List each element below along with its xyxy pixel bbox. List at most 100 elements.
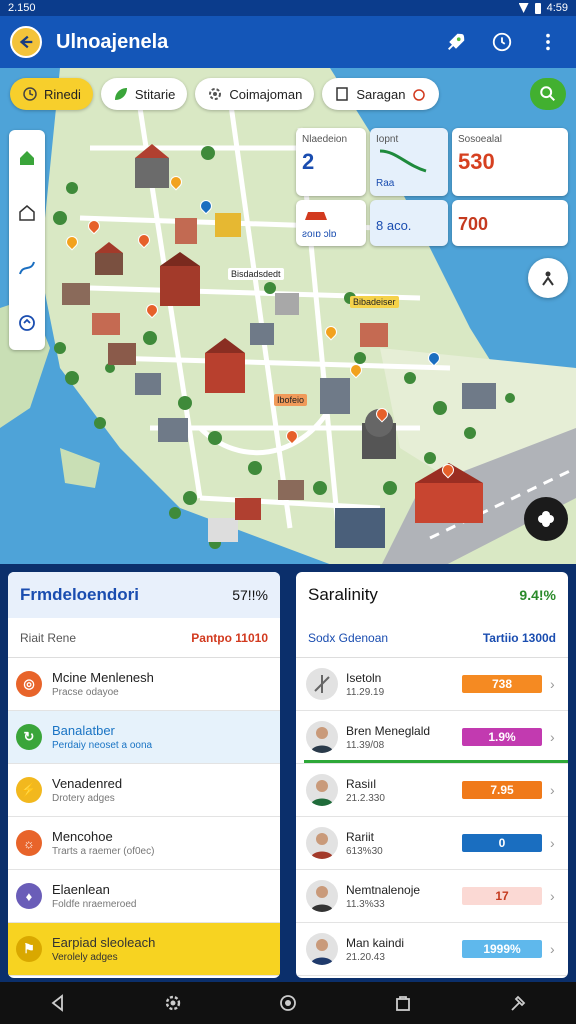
row-value-bar: 17 [462, 887, 542, 905]
map-label[interactable]: Bisdadsdedt [228, 268, 284, 280]
more-vertical-icon [546, 33, 550, 51]
back-button[interactable] [10, 26, 42, 58]
list-item[interactable]: ♦ Elaenlean Foldfe nraemeroed [8, 870, 280, 923]
home-pin-tool[interactable] [15, 146, 39, 170]
item-name: Mcine Menlenesh [52, 670, 154, 685]
locate-button[interactable] [528, 258, 568, 298]
item-name: Banalatber [52, 723, 115, 738]
nav-shop-button[interactable] [388, 988, 418, 1018]
bag-icon [396, 996, 411, 1011]
chip-label: Saragan [356, 86, 406, 102]
item-name: Earpiad sleoleach [52, 935, 156, 950]
buildings-tool[interactable] [15, 201, 39, 225]
stat-card-nlaedeion[interactable]: Nlaedeion 2 [296, 128, 366, 196]
avatar [306, 880, 338, 912]
row-value-bar: 7.95 [462, 781, 542, 799]
row-value-bar: 1999% [462, 940, 542, 958]
battery-icon [534, 2, 541, 14]
table-row[interactable]: Nemtnalenoje 11.3%33 17 › [296, 870, 568, 923]
chip-stitarie[interactable]: Stitarie [100, 78, 188, 110]
chevron-right-icon: › [550, 729, 555, 745]
explore-button[interactable] [438, 24, 474, 60]
row-value-bar: 0 [462, 834, 542, 852]
chevron-right-icon: › [550, 782, 555, 798]
alarm-icon [413, 89, 426, 101]
sun-icon: ☼ [16, 830, 42, 856]
selection-underline [304, 760, 568, 763]
list-item[interactable]: ⚡ Venadenred Drotery adges [8, 764, 280, 817]
row-sub: 21.20.43 [346, 951, 385, 963]
table-row[interactable]: Rariit 613%30 0 › [296, 817, 568, 870]
list-item[interactable]: ☼ Mencohoe Trarts a raemer (of0ec) [8, 817, 280, 870]
history-button[interactable] [484, 24, 520, 60]
item-sub: Foldfe nraemeroed [52, 899, 137, 910]
recenter-icon [19, 314, 35, 331]
stat-card-foot-3[interactable]: 700 [452, 199, 568, 246]
stat-card-iopnt[interactable]: Iopnt Raa [370, 128, 448, 196]
stat-card-sosoealal[interactable]: Sosoealal 530 [452, 128, 568, 196]
stat-foot: 8 aco. [376, 217, 412, 233]
lightning-icon: ⚡ [16, 777, 42, 803]
row-name: Rasiıl [346, 776, 377, 791]
table-row[interactable]: Man kaindi 21.20.43 1999% › [296, 923, 568, 976]
stat-value: 2 [302, 149, 315, 174]
layers-button[interactable] [524, 497, 568, 541]
map-label[interactable]: Bibadeiser [350, 296, 399, 308]
route-tool[interactable] [15, 256, 39, 280]
list-item[interactable]: ◎ Mcine Menlenesh Pracse odayoe [8, 658, 280, 711]
table-row[interactable]: Bren Meneglald 11.39/08 1.9% › [296, 711, 568, 764]
layers-icon [538, 511, 554, 527]
chip-rinedi[interactable]: Rinedi [10, 78, 93, 110]
list-item[interactable]: ↻ Banalatber Perdaiy neoset a oona [8, 711, 280, 764]
system-nav-bar [0, 982, 576, 1024]
item-name: Mencohoe [52, 829, 113, 844]
app-bar: Ulnoajenela [0, 16, 576, 68]
item-sub: Perdaiy neoset a oona [52, 740, 153, 751]
shield-icon: ♦ [16, 883, 42, 909]
left-panel-header: Frmdeloendori 57!!% [8, 572, 280, 618]
triangle-back-icon [51, 994, 63, 1012]
stat-foot: ƨoıɒ ɔlɒ [302, 228, 337, 240]
car-icon [305, 211, 327, 220]
stat-card-foot-2[interactable]: 8 aco. [370, 199, 448, 246]
row-sub: 11.3%33 [346, 898, 385, 910]
avatar [306, 933, 338, 965]
recenter-tool[interactable] [15, 311, 39, 335]
map-label[interactable]: Ibofeio [274, 394, 308, 406]
list-item[interactable]: ⚑ Earpiad sleoleach Verolely adges [8, 923, 280, 976]
nav-tools-button[interactable] [503, 988, 533, 1018]
right-panel: Saralinity 9.4!% Sodx Gdenoan Tartiio 13… [296, 572, 568, 978]
item-sub: Pracse odayoe [52, 687, 119, 698]
chip-coimajoman[interactable]: Coimajoman [195, 78, 315, 110]
page-title: Ulnoajenela [56, 30, 169, 53]
chip-label: Stitarie [134, 86, 176, 102]
gear-icon [209, 88, 222, 100]
tool-avatar-icon [306, 668, 338, 700]
route-icon [19, 261, 35, 274]
nav-back-button[interactable] [43, 988, 73, 1018]
table-row[interactable]: Rasiıl 21.2.330 7.95 › [296, 764, 568, 817]
scan-icon: ◎ [16, 671, 42, 697]
item-name: Venadenred [52, 776, 123, 791]
nav-settings-button[interactable] [158, 988, 188, 1018]
avatar [306, 827, 338, 859]
chip-label: Rinedi [44, 86, 81, 102]
stat-card-foot-1[interactable]: ƨoıɒ ɔlɒ [296, 199, 366, 246]
row-name: Isetoln [346, 670, 382, 685]
left-sub-label: Riait Rene [20, 630, 77, 645]
hammer-icon [511, 995, 526, 1011]
row-name: Bren Meneglald [346, 723, 431, 738]
left-panel: Frmdeloendori 57!!% Riait Rene Pantpo 11… [8, 572, 280, 978]
book-icon [336, 87, 349, 101]
chip-saragan[interactable]: Saragan [322, 78, 440, 110]
row-name: Rariit [346, 829, 375, 844]
chevron-right-icon: › [550, 835, 555, 851]
stat-value: Raa [376, 178, 395, 189]
search-button[interactable] [530, 78, 566, 110]
nav-home-button[interactable] [273, 988, 303, 1018]
more-menu-button[interactable] [530, 24, 566, 60]
right-panel-percent: 9.4!% [519, 587, 556, 603]
circle-home-icon [280, 995, 296, 1011]
item-name: Elaenlean [52, 882, 110, 897]
table-row[interactable]: Isetoln 11.29.19 738 › [296, 658, 568, 711]
